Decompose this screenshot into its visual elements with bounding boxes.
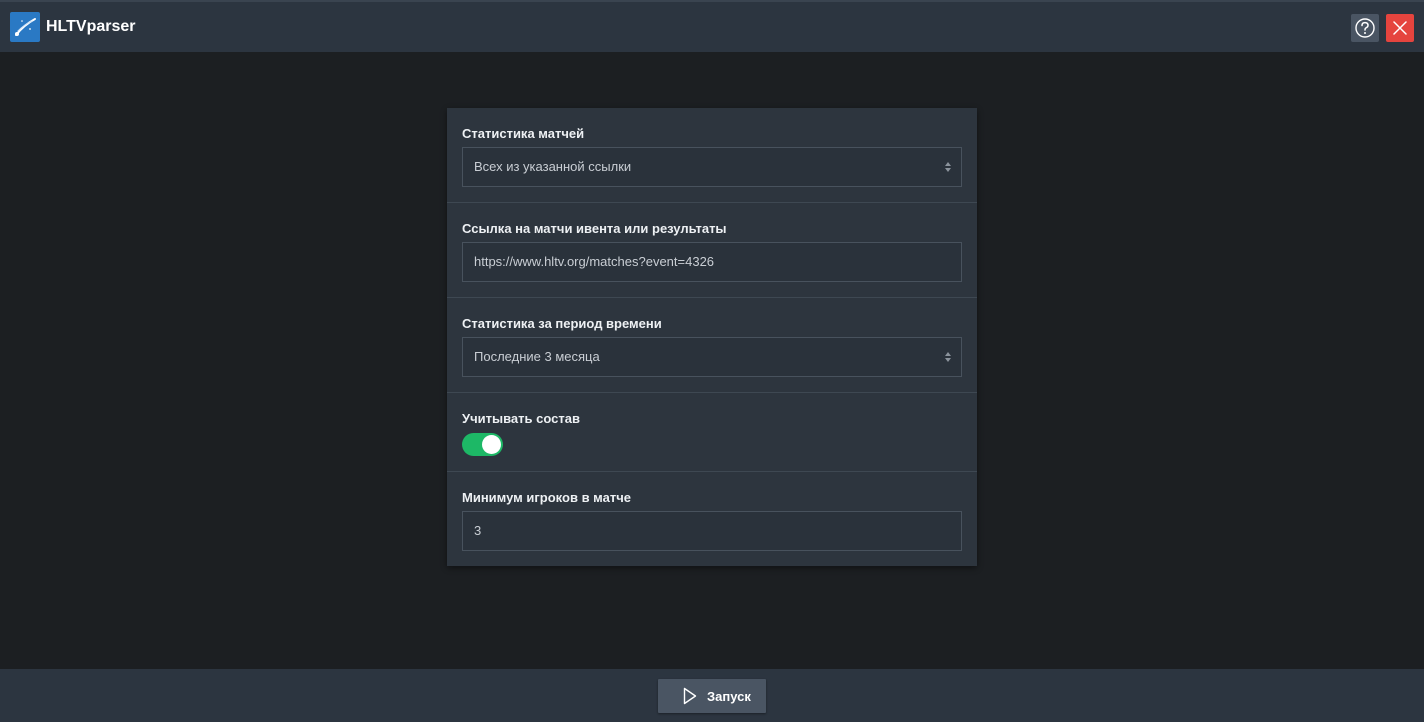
link-value: https://www.hltv.org/matches?event=4326 — [474, 254, 715, 269]
settings-panel: Статистика матчей Всех из указанной ссыл… — [447, 108, 977, 566]
match-stats-select[interactable]: Всех из указанной ссылки — [462, 147, 962, 187]
period-section: Статистика за период времени Последние 3… — [447, 298, 977, 393]
period-select[interactable]: Последние 3 месяца — [462, 337, 962, 377]
period-value: Последние 3 месяца — [474, 349, 600, 364]
lineup-toggle[interactable] — [462, 433, 503, 456]
link-label: Ссылка на матчи ивента или результаты — [462, 221, 727, 236]
bottom-bar: Запуск — [0, 669, 1424, 722]
lineup-section: Учитывать состав — [447, 393, 977, 472]
link-section: Ссылка на матчи ивента или результаты ht… — [447, 203, 977, 298]
link-input[interactable]: https://www.hltv.org/matches?event=4326 — [462, 242, 962, 282]
run-button[interactable]: Запуск — [658, 679, 766, 713]
lineup-label: Учитывать состав — [462, 411, 580, 426]
select-arrows-icon — [944, 161, 952, 173]
close-icon — [1393, 21, 1407, 35]
period-label: Статистика за период времени — [462, 316, 662, 331]
help-button[interactable] — [1351, 14, 1379, 42]
match-stats-label: Статистика матчей — [462, 126, 585, 141]
title-bar: HLTVparser — [0, 0, 1424, 52]
select-arrows-icon — [944, 351, 952, 363]
app-title: HLTVparser — [46, 18, 136, 35]
min-players-section: Минимум игроков в матче 3 — [447, 472, 977, 566]
close-button[interactable] — [1386, 14, 1414, 42]
toggle-knob — [482, 435, 501, 454]
comet-icon — [10, 12, 40, 42]
question-circle-icon — [1355, 18, 1375, 38]
min-players-input[interactable]: 3 — [462, 511, 962, 551]
run-label: Запуск — [707, 689, 751, 704]
play-icon — [683, 687, 697, 705]
match-stats-value: Всех из указанной ссылки — [474, 159, 632, 174]
min-players-label: Минимум игроков в матче — [462, 490, 631, 505]
min-players-value: 3 — [474, 523, 482, 538]
match-stats-section: Статистика матчей Всех из указанной ссыл… — [447, 108, 977, 203]
